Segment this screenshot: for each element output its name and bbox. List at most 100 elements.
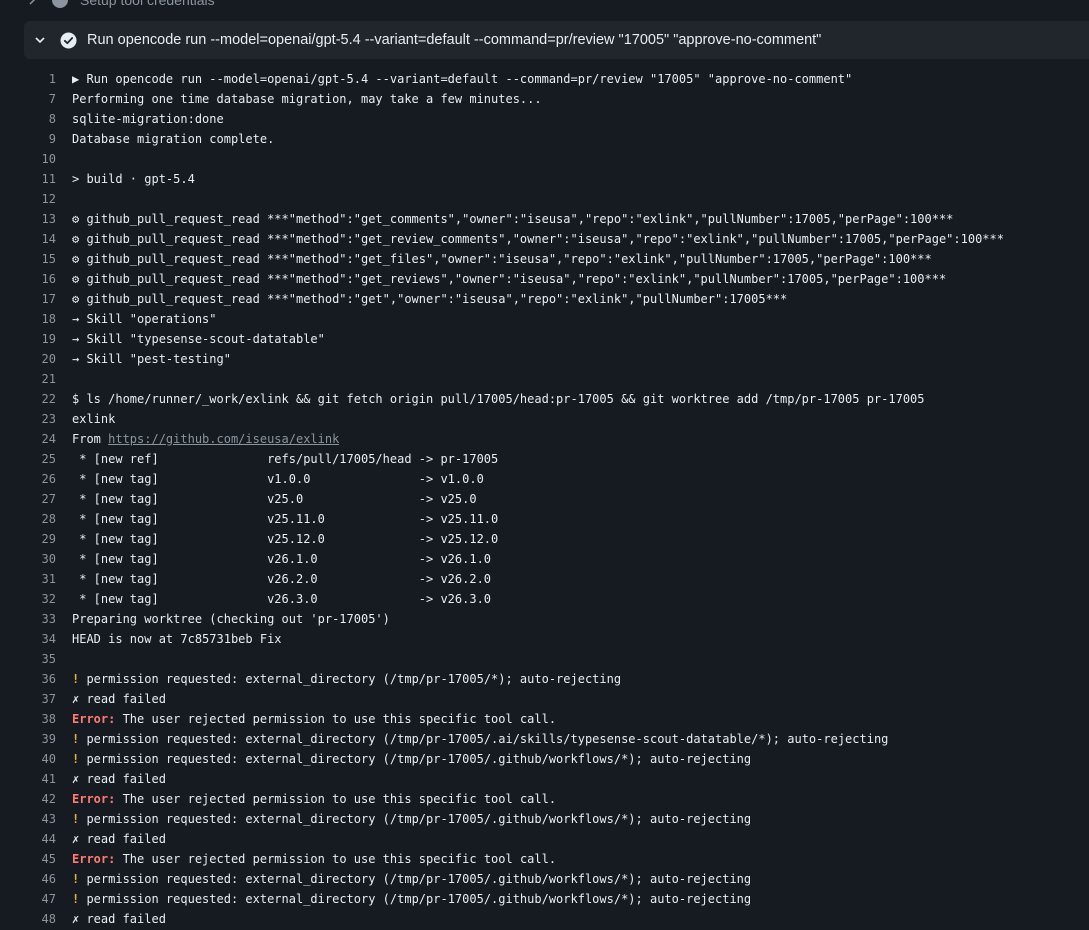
line-text: ⚙ github_pull_request_read ***"method":"… bbox=[72, 209, 953, 229]
line-number[interactable]: 25 bbox=[0, 449, 72, 469]
line-content: * [new tag] v26.1.0 -> v26.1.0 bbox=[72, 552, 492, 566]
line-content: ✗ read failed bbox=[72, 772, 166, 786]
line-number[interactable]: 18 bbox=[0, 309, 72, 329]
line-number[interactable]: 45 bbox=[0, 849, 72, 869]
line-content: permission requested: external_directory… bbox=[79, 732, 889, 746]
line-number[interactable]: 47 bbox=[0, 889, 72, 909]
line-content: ✗ read failed bbox=[72, 912, 166, 926]
success-check-icon bbox=[60, 32, 77, 49]
line-number[interactable]: 48 bbox=[0, 909, 72, 929]
line-number[interactable]: 13 bbox=[0, 209, 72, 229]
line-text: ! permission requested: external_directo… bbox=[72, 869, 751, 889]
log-line: 43! permission requested: external_direc… bbox=[0, 809, 1089, 829]
line-number[interactable]: 20 bbox=[0, 349, 72, 369]
line-number[interactable]: 46 bbox=[0, 869, 72, 889]
line-content: permission requested: external_directory… bbox=[79, 872, 752, 886]
line-text: ✗ read failed bbox=[72, 689, 166, 709]
line-text: ! permission requested: external_directo… bbox=[72, 749, 751, 769]
line-number[interactable]: 12 bbox=[0, 189, 72, 209]
line-text: * [new tag] v26.3.0 -> v26.3.0 bbox=[72, 589, 491, 609]
line-number[interactable]: 39 bbox=[0, 729, 72, 749]
repo-link[interactable]: https://github.com/iseusa/exlink bbox=[108, 432, 339, 446]
line-content: Preparing worktree (checking out 'pr-170… bbox=[72, 612, 390, 626]
log-line: 21 bbox=[0, 369, 1089, 389]
line-number[interactable]: 19 bbox=[0, 329, 72, 349]
line-number[interactable]: 26 bbox=[0, 469, 72, 489]
line-number[interactable]: 7 bbox=[0, 89, 72, 109]
line-number[interactable]: 34 bbox=[0, 629, 72, 649]
line-text: Error: The user rejected permission to u… bbox=[72, 849, 556, 869]
line-number[interactable]: 8 bbox=[0, 109, 72, 129]
line-number[interactable]: 42 bbox=[0, 789, 72, 809]
line-number[interactable]: 10 bbox=[0, 149, 72, 169]
line-number[interactable]: 37 bbox=[0, 689, 72, 709]
line-number[interactable]: 36 bbox=[0, 669, 72, 689]
log-line: 45 Error: The user rejected permission to… bbox=[0, 849, 1089, 869]
line-number[interactable]: 15 bbox=[0, 249, 72, 269]
step-header[interactable]: Run opencode run --model=openai/gpt-5.4 … bbox=[24, 21, 1089, 59]
line-number[interactable]: 44 bbox=[0, 829, 72, 849]
line-number[interactable]: 33 bbox=[0, 609, 72, 629]
log-line: 11 > build · gpt-5.4 bbox=[0, 169, 1089, 189]
line-text: ! permission requested: external_directo… bbox=[72, 729, 888, 749]
log-line: 14 ⚙ github_pull_request_read ***"method"… bbox=[0, 229, 1089, 249]
line-number[interactable]: 14 bbox=[0, 229, 72, 249]
log-line: 13 ⚙ github_pull_request_read ***"method"… bbox=[0, 209, 1089, 229]
line-content: ✗ read failed bbox=[72, 692, 166, 706]
line-number[interactable]: 35 bbox=[0, 649, 72, 669]
line-content: ⚙ github_pull_request_read ***"method":"… bbox=[72, 232, 1004, 246]
line-number[interactable]: 43 bbox=[0, 809, 72, 829]
line-content: * [new tag] v25.12.0 -> v25.12.0 bbox=[72, 532, 499, 546]
line-text: Performing one time database migration, … bbox=[72, 89, 542, 109]
line-content: Performing one time database migration, … bbox=[72, 92, 542, 106]
log-line: 38 Error: The user rejected permission to… bbox=[0, 709, 1089, 729]
line-content: * [new ref] refs/pull/17005/head -> pr-1… bbox=[72, 452, 499, 466]
line-content: exlink bbox=[72, 412, 116, 426]
line-text: Database migration complete. bbox=[72, 129, 274, 149]
line-text: $ ls /home/runner/_work/exlink && git fe… bbox=[72, 389, 925, 409]
line-content: The user rejected permission to use this… bbox=[115, 712, 557, 726]
line-number[interactable]: 11 bbox=[0, 169, 72, 189]
success-check-icon bbox=[52, 0, 68, 8]
line-text: From https://github.com/iseusa/exlink bbox=[72, 429, 339, 449]
line-number[interactable]: 1 bbox=[0, 69, 72, 89]
line-number[interactable]: 23 bbox=[0, 409, 72, 429]
line-number[interactable]: 16 bbox=[0, 269, 72, 289]
chevron-right-icon bbox=[24, 0, 40, 8]
log-line: 35 bbox=[0, 649, 1089, 669]
line-number[interactable]: 9 bbox=[0, 129, 72, 149]
line-number[interactable]: 17 bbox=[0, 289, 72, 309]
previous-step-header[interactable]: Setup tool credentials bbox=[24, 0, 215, 10]
log-line: 28 * [new tag] v25.11.0 -> v25.11.0 bbox=[0, 509, 1089, 529]
line-number[interactable]: 40 bbox=[0, 749, 72, 769]
line-number[interactable]: 24 bbox=[0, 429, 72, 449]
log-line: 17 ⚙ github_pull_request_read ***"method"… bbox=[0, 289, 1089, 309]
line-number[interactable]: 28 bbox=[0, 509, 72, 529]
line-text: → Skill "typesense-scout-datatable" bbox=[72, 329, 325, 349]
chevron-down-icon[interactable] bbox=[32, 32, 48, 48]
log-line: 46! permission requested: external_direc… bbox=[0, 869, 1089, 889]
line-number[interactable]: 27 bbox=[0, 489, 72, 509]
line-number[interactable]: 38 bbox=[0, 709, 72, 729]
line-number[interactable]: 41 bbox=[0, 769, 72, 789]
line-number[interactable]: 32 bbox=[0, 589, 72, 609]
line-content: The user rejected permission to use this… bbox=[115, 852, 557, 866]
line-content: HEAD is now at 7c85731beb Fix bbox=[72, 632, 282, 646]
line-number[interactable]: 31 bbox=[0, 569, 72, 589]
line-text: * [new tag] v25.11.0 -> v25.11.0 bbox=[72, 509, 498, 529]
line-content: * [new tag] v1.0.0 -> v1.0.0 bbox=[72, 472, 484, 486]
previous-step-title: Setup tool credentials bbox=[80, 0, 215, 8]
line-number[interactable]: 29 bbox=[0, 529, 72, 549]
line-number[interactable]: 22 bbox=[0, 389, 72, 409]
error-label: Error: bbox=[72, 712, 116, 726]
log-line: 40! permission requested: external_direc… bbox=[0, 749, 1089, 769]
log-line: 47! permission requested: external_direc… bbox=[0, 889, 1089, 909]
line-content: The user rejected permission to use this… bbox=[115, 792, 557, 806]
job-log-panel: Setup tool credentials Run opencode run … bbox=[0, 0, 1089, 930]
line-number[interactable]: 21 bbox=[0, 369, 72, 389]
line-content: permission requested: external_directory… bbox=[79, 672, 622, 686]
line-content: ⚙ github_pull_request_read ***"method":"… bbox=[72, 252, 932, 266]
line-content: → Skill "operations" bbox=[72, 312, 217, 326]
line-number[interactable]: 30 bbox=[0, 549, 72, 569]
line-content: → Skill "typesense-scout-datatable" bbox=[72, 332, 325, 346]
